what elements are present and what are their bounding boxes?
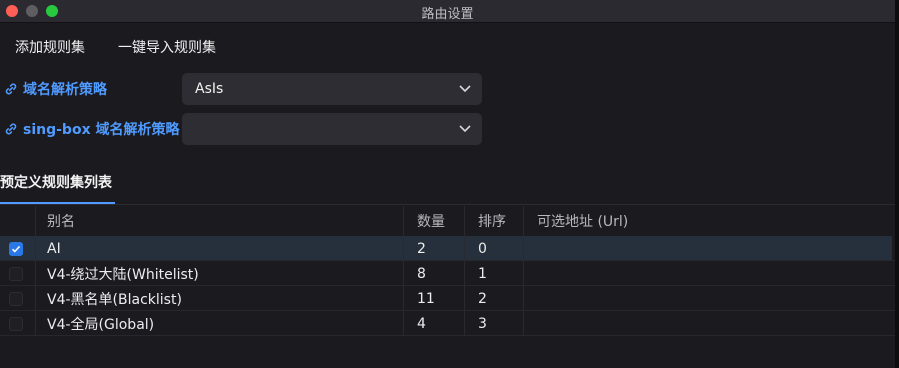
row-url	[537, 236, 887, 261]
row-checkbox-cell	[9, 311, 29, 336]
link-icon	[5, 123, 17, 135]
add-ruleset-menu[interactable]: 添加规则集	[15, 37, 85, 57]
column-divider	[403, 206, 404, 336]
import-ruleset-menu[interactable]: 一键导入规则集	[118, 37, 216, 57]
row-order: 0	[478, 240, 487, 257]
table-header: 别名 数量 排序 可选地址 (Url)	[0, 206, 895, 236]
row-checkbox-cell	[9, 236, 29, 261]
tab-predefined-rulesets[interactable]: 预定义规则集列表	[0, 172, 112, 192]
row-order: 2	[478, 290, 487, 307]
row-alias: V4-全局(Global)	[47, 316, 155, 333]
chevron-down-icon	[459, 85, 471, 93]
column-header-order[interactable]: 排序	[478, 206, 523, 236]
check-icon	[11, 245, 21, 253]
tab-divider	[0, 204, 895, 205]
row-alias: V4-绕过大陆(Whitelist)	[47, 266, 199, 283]
row-checkbox[interactable]	[9, 316, 23, 331]
row-order: 1	[478, 265, 487, 282]
chevron-down-icon	[459, 125, 471, 133]
row-checkbox-cell	[9, 261, 29, 286]
window-edge	[895, 0, 899, 368]
row-checkbox[interactable]	[9, 266, 23, 281]
row-checkbox[interactable]	[9, 241, 23, 256]
row-alias: AI	[47, 240, 61, 257]
singbox-dns-strategy-select[interactable]	[182, 113, 482, 145]
title-bar: 路由设置	[0, 0, 895, 23]
row-divider	[0, 335, 895, 336]
column-divider	[464, 206, 465, 336]
singbox-dns-strategy-label-text: sing-box 域名解析策略	[23, 122, 180, 138]
window-title: 路由设置	[421, 7, 474, 22]
row-url	[537, 261, 887, 286]
link-icon	[5, 83, 17, 95]
column-divider	[35, 206, 36, 336]
table-row[interactable]: AI 2 0	[0, 236, 892, 261]
table-row[interactable]: V4-黑名单(Blacklist) 11 2	[0, 286, 895, 311]
column-divider	[523, 206, 524, 336]
singbox-dns-strategy-label[interactable]: sing-box 域名解析策略	[4, 119, 179, 139]
row-url	[537, 311, 887, 336]
dns-strategy-label-text: 域名解析策略	[23, 82, 107, 98]
table-row[interactable]: V4-绕过大陆(Whitelist) 8 1	[0, 261, 895, 286]
row-url	[537, 286, 887, 311]
route-settings-window: 路由设置 添加规则集 一键导入规则集 域名解析策略 AsIs sing-box …	[0, 0, 895, 368]
row-order: 3	[478, 315, 487, 332]
row-checkbox[interactable]	[9, 291, 23, 306]
dns-strategy-select[interactable]: AsIs	[182, 73, 482, 105]
dns-strategy-value: AsIs	[195, 81, 224, 97]
row-alias: V4-黑名单(Blacklist)	[47, 291, 182, 308]
row-checkbox-cell	[9, 286, 29, 311]
dns-strategy-label[interactable]: 域名解析策略	[4, 79, 107, 99]
column-header-alias[interactable]: 别名	[47, 206, 402, 236]
table-row[interactable]: V4-全局(Global) 4 3	[0, 311, 895, 336]
column-header-url[interactable]: 可选地址 (Url)	[537, 206, 887, 236]
